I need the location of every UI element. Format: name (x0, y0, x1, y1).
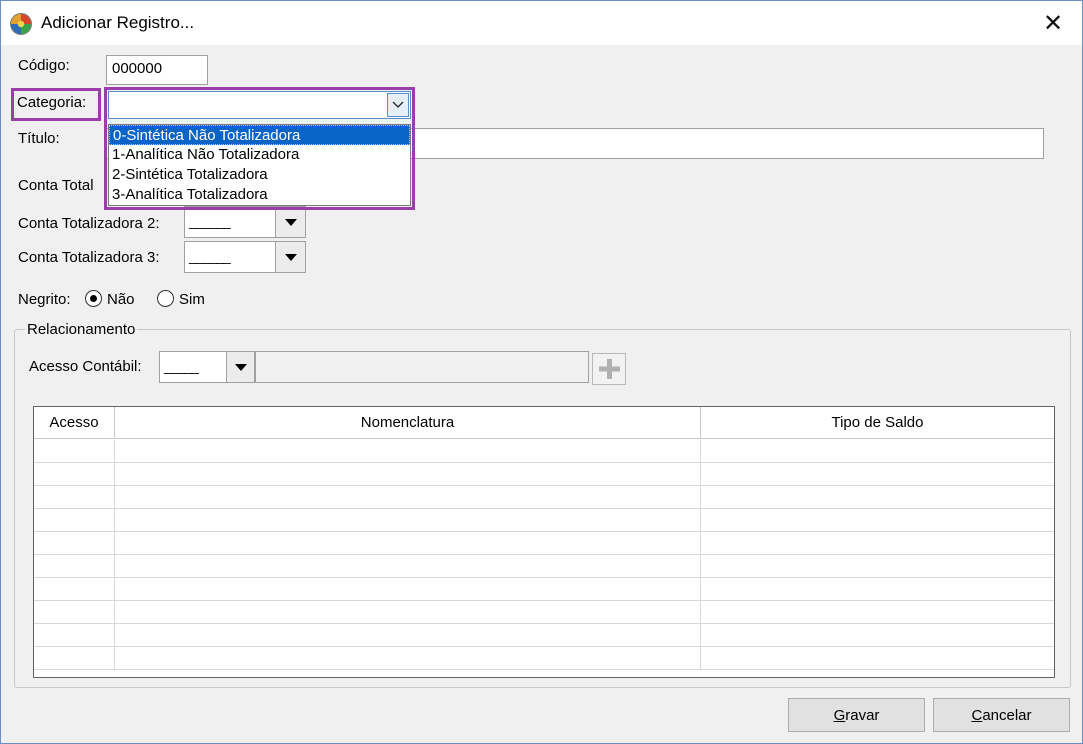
table-cell[interactable] (34, 532, 115, 555)
table-cell[interactable] (701, 463, 1054, 486)
gravar-label: ravar (845, 706, 880, 724)
gravar-button[interactable]: Gravar (788, 698, 925, 732)
categoria-combo[interactable] (108, 91, 411, 119)
table-cell[interactable] (701, 601, 1054, 624)
table-cell[interactable] (34, 463, 115, 486)
categoria-option[interactable]: 1-Analítica Não Totalizadora (109, 145, 410, 165)
conta-totalizadora-3-value: ______ (189, 248, 231, 264)
table-row[interactable] (34, 440, 1054, 463)
titulo-label: Título: (18, 130, 60, 147)
title-bar: Adicionar Registro... ✕ (1, 1, 1082, 45)
acesso-contabil-description (255, 351, 589, 383)
table-row[interactable] (34, 601, 1054, 624)
table-cell[interactable] (701, 578, 1054, 601)
table-row[interactable] (34, 624, 1054, 647)
table-cell[interactable] (115, 624, 701, 647)
acesso-contabil-label: Acesso Contábil: (29, 358, 142, 375)
table-cell[interactable] (115, 486, 701, 509)
conta-totalizadora-3-label: Conta Totalizadora 3: (18, 249, 160, 266)
table-cell[interactable] (115, 463, 701, 486)
table-cell[interactable] (115, 509, 701, 532)
column-header-nomenclatura[interactable]: Nomenclatura (115, 407, 701, 439)
app-logo-icon (10, 13, 32, 35)
table-cell[interactable] (34, 578, 115, 601)
cancelar-button[interactable]: Cancelar (933, 698, 1070, 732)
table-row[interactable] (34, 486, 1054, 509)
close-button[interactable]: ✕ (1024, 1, 1082, 45)
categoria-dropdown-button[interactable] (387, 93, 409, 117)
column-header-tipo-de-saldo[interactable]: Tipo de Saldo (701, 407, 1054, 439)
table-cell[interactable] (34, 509, 115, 532)
negrito-nao-radio[interactable] (85, 290, 102, 307)
conta-totalizadora-1-label: Conta Total (18, 177, 94, 194)
negrito-label: Negrito: (18, 291, 71, 308)
categoria-option[interactable]: 2-Sintética Totalizadora (109, 165, 410, 185)
table-cell[interactable] (701, 486, 1054, 509)
codigo-label: Código: (18, 57, 70, 74)
negrito-sim-radio[interactable] (157, 290, 174, 307)
add-acesso-button[interactable] (592, 353, 626, 385)
table-row[interactable] (34, 647, 1054, 670)
table-cell[interactable] (701, 624, 1054, 647)
table-cell[interactable] (115, 532, 701, 555)
table-cell[interactable] (701, 532, 1054, 555)
chevron-down-icon (392, 101, 404, 108)
cancelar-mnemonic: C (971, 706, 983, 724)
relacionamento-grid[interactable]: Acesso Nomenclatura Tipo de Saldo (33, 406, 1055, 678)
window-title: Adicionar Registro... (41, 13, 195, 32)
categoria-option[interactable]: 3-Analítica Totalizadora (109, 185, 410, 205)
chevron-down-icon (284, 253, 297, 261)
conta-totalizadora-3-combo[interactable]: ______ (184, 241, 276, 273)
table-cell[interactable] (701, 555, 1054, 578)
conta-totalizadora-2-dropdown-button[interactable] (275, 206, 306, 238)
cancelar-label: ancelar (982, 706, 1032, 724)
codigo-input[interactable]: 000000 (106, 55, 208, 85)
gravar-mnemonic: G (833, 706, 846, 724)
acesso-contabil-combo[interactable]: _____ (159, 351, 227, 383)
table-cell[interactable] (115, 440, 701, 463)
column-header-acesso[interactable]: Acesso (34, 407, 115, 439)
conta-totalizadora-2-label: Conta Totalizadora 2: (18, 215, 160, 232)
dialog-window: Adicionar Registro... ✕ Código: 000000 T… (0, 0, 1083, 744)
table-cell[interactable] (115, 555, 701, 578)
conta-totalizadora-2-combo[interactable]: ______ (184, 206, 276, 238)
categoria-dropdown-list: 0-Sintética Não Totalizadora 1-Analítica… (108, 124, 411, 206)
table-row[interactable] (34, 509, 1054, 532)
table-cell[interactable] (34, 624, 115, 647)
acesso-contabil-dropdown-button[interactable] (226, 351, 255, 383)
table-cell[interactable] (701, 440, 1054, 463)
relacionamento-legend: Relacionamento (25, 321, 138, 338)
chevron-down-icon (234, 363, 247, 371)
close-icon: ✕ (1042, 9, 1064, 37)
grid-header: Acesso Nomenclatura Tipo de Saldo (34, 407, 1054, 439)
conta-totalizadora-2-value: ______ (189, 213, 231, 229)
table-cell[interactable] (701, 647, 1054, 670)
table-cell[interactable] (701, 509, 1054, 532)
chevron-down-icon (284, 218, 297, 226)
table-row[interactable] (34, 578, 1054, 601)
categoria-label: Categoria: (17, 94, 87, 111)
table-cell[interactable] (34, 601, 115, 624)
table-cell[interactable] (115, 647, 701, 670)
conta-totalizadora-3-dropdown-button[interactable] (275, 241, 306, 273)
acesso-contabil-value: _____ (164, 358, 199, 374)
plus-icon (599, 359, 620, 379)
table-row[interactable] (34, 463, 1054, 486)
negrito-sim-label: Sim (179, 291, 205, 308)
table-cell[interactable] (34, 647, 115, 670)
table-cell[interactable] (115, 601, 701, 624)
table-cell[interactable] (34, 555, 115, 578)
table-cell[interactable] (34, 486, 115, 509)
table-row[interactable] (34, 555, 1054, 578)
categoria-option[interactable]: 0-Sintética Não Totalizadora (109, 125, 410, 145)
table-cell[interactable] (34, 440, 115, 463)
table-cell[interactable] (115, 578, 701, 601)
negrito-nao-label: Não (107, 291, 135, 308)
table-row[interactable] (34, 532, 1054, 555)
